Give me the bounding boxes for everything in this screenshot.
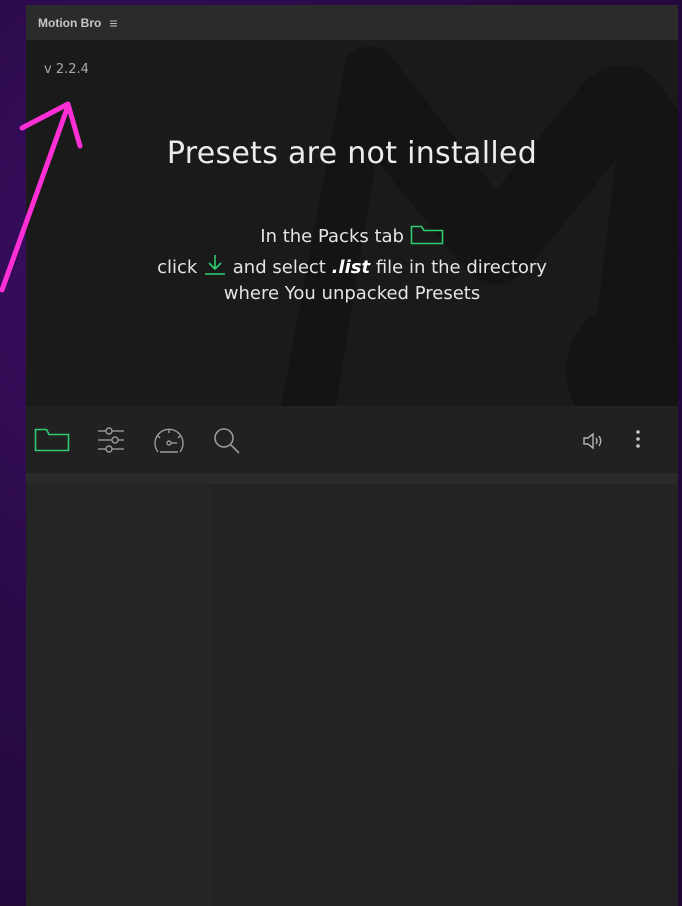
search-icon bbox=[214, 428, 240, 454]
settings-tab-button[interactable] bbox=[96, 426, 126, 458]
sound-toggle-button[interactable] bbox=[582, 432, 606, 454]
folder-icon bbox=[34, 428, 70, 452]
presets-content-area bbox=[212, 484, 678, 906]
empty-state-title: Presets are not installed bbox=[166, 136, 538, 171]
panel-titlebar: Motion Bro ≡ bbox=[26, 5, 678, 40]
empty-state-hero: v 2.2.4 Presets are not installed In the… bbox=[26, 40, 678, 406]
packs-tab-button[interactable] bbox=[34, 428, 70, 456]
instruction-packs-text: In the Packs tab bbox=[260, 226, 404, 247]
instruction-line-1: In the Packs tab bbox=[26, 225, 678, 250]
panel-title: Motion Bro bbox=[38, 15, 102, 30]
instruction-line-2: click and select .list file in the direc… bbox=[26, 254, 678, 281]
instruction-select-text: and select bbox=[232, 257, 326, 278]
packs-sidebar bbox=[26, 484, 212, 906]
performance-tab-button[interactable] bbox=[152, 426, 186, 460]
more-options-button[interactable] bbox=[632, 426, 644, 458]
more-vertical-icon bbox=[636, 430, 640, 448]
instruction-line-3: where You unpacked Presets bbox=[223, 283, 481, 304]
hamburger-icon[interactable]: ≡ bbox=[109, 15, 117, 31]
download-icon bbox=[203, 254, 227, 281]
search-tab-button[interactable] bbox=[212, 426, 242, 460]
folder-icon bbox=[410, 225, 444, 250]
instruction-list-ext: .list bbox=[331, 257, 371, 278]
logo-watermark-icon bbox=[281, 46, 678, 406]
version-label: v 2.2.4 bbox=[44, 62, 89, 77]
speedometer-icon bbox=[154, 428, 184, 453]
speaker-icon bbox=[583, 432, 602, 450]
bottom-toolbar bbox=[26, 406, 678, 473]
sliders-icon bbox=[98, 427, 124, 453]
motion-bro-panel: Motion Bro ≡ v 2.2.4 Presets are not ins… bbox=[26, 5, 678, 906]
instruction-directory-text: file in the directory bbox=[375, 257, 547, 278]
toolbar-divider bbox=[26, 473, 678, 484]
instruction-click-text: click bbox=[157, 257, 198, 278]
